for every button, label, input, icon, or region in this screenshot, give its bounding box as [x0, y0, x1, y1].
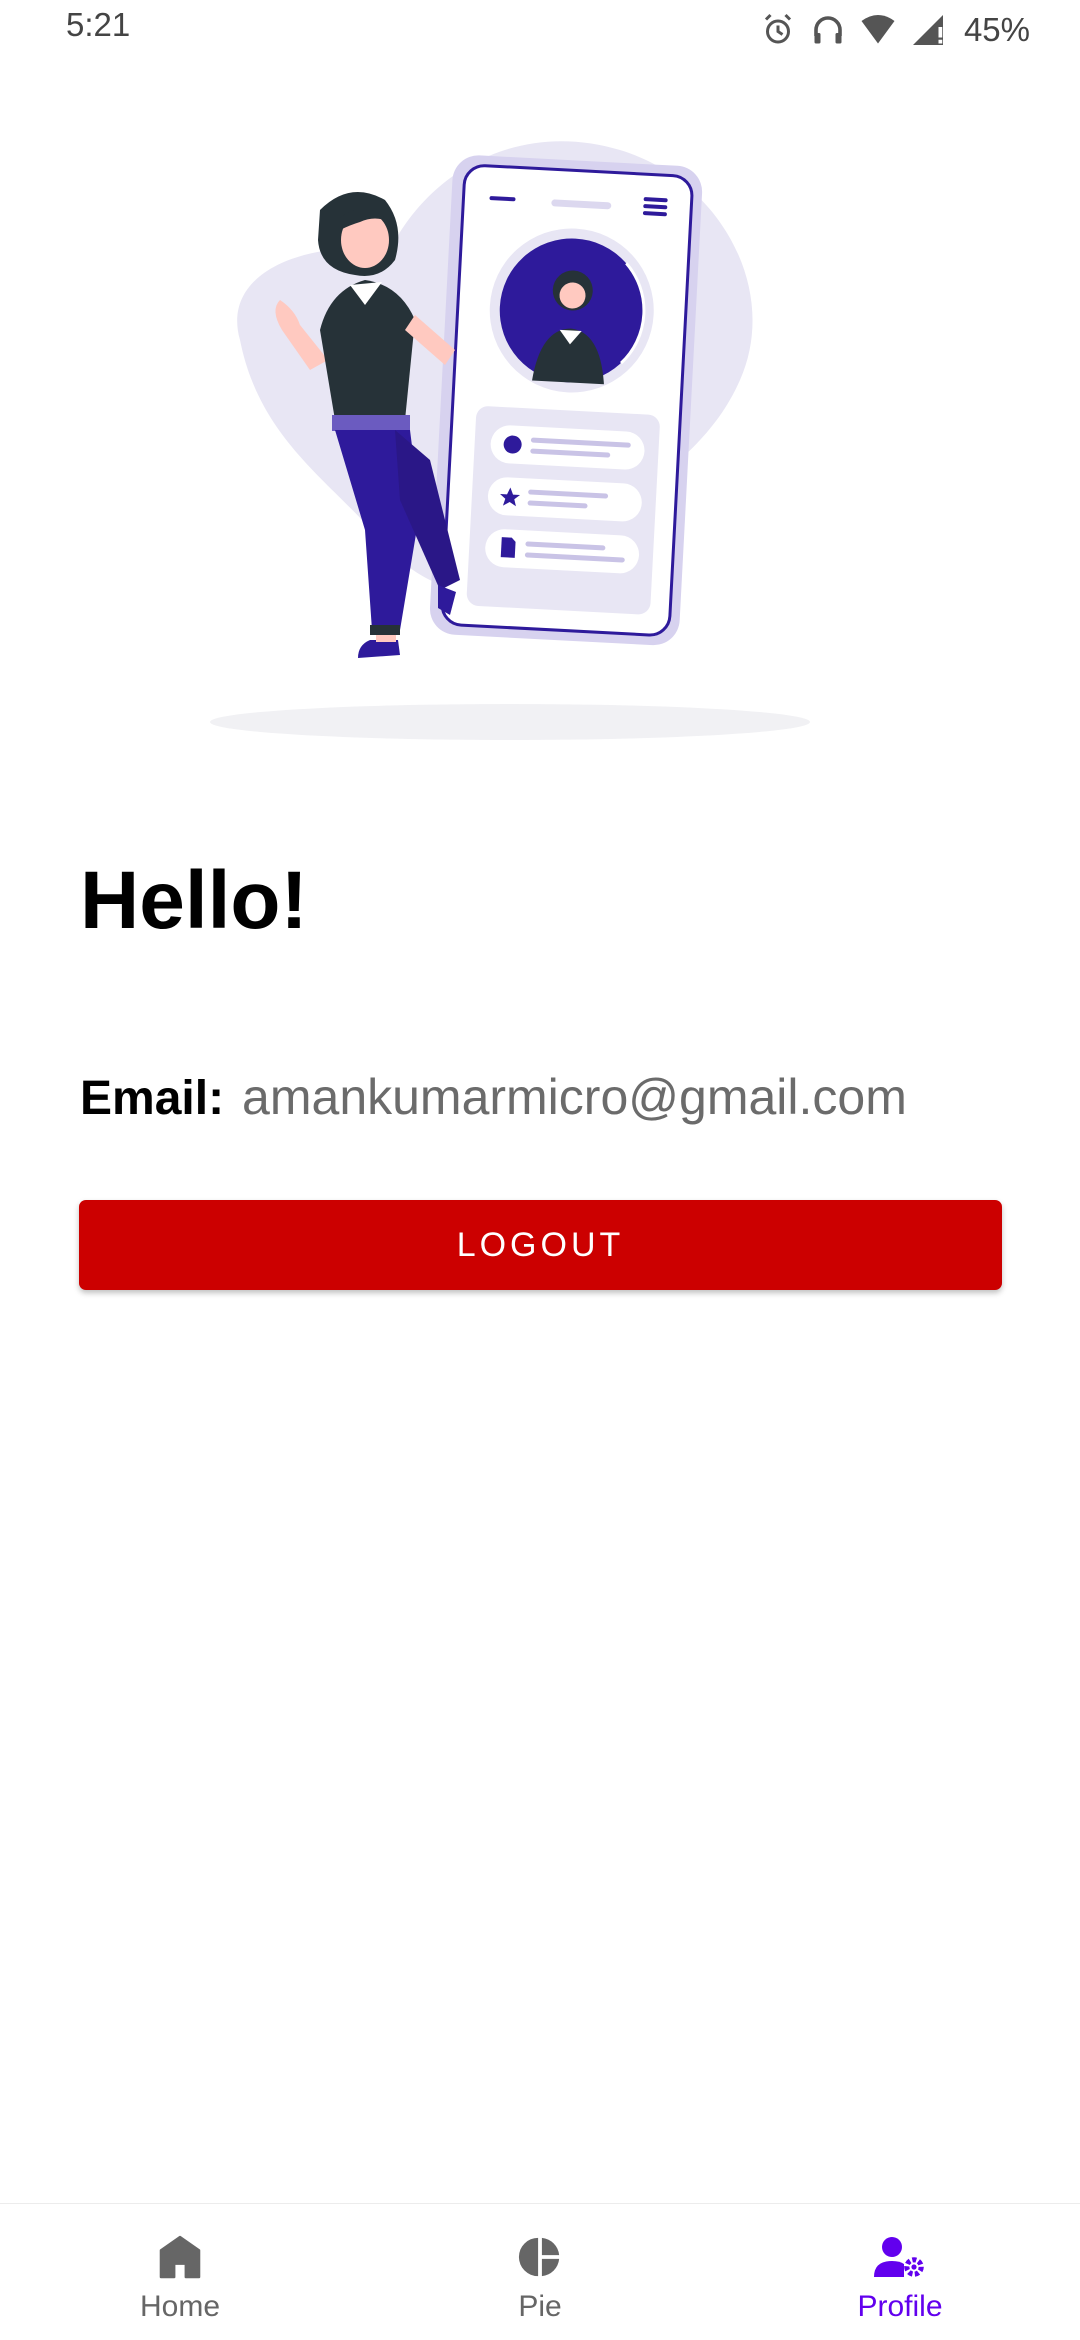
nav-item-profile[interactable]: Profile	[720, 2204, 1080, 2340]
status-bar: 5:21 45%	[0, 0, 1080, 60]
email-label: Email:	[80, 1072, 225, 1125]
email-row: Email: amankumarmicro@gmail.com	[80, 1068, 907, 1126]
profile-screen: 5:21 45% Hello! Email: amankumarmicro@gm…	[0, 0, 1080, 2340]
nav-label-pie: Pie	[518, 2290, 562, 2323]
bottom-navigation: Home Pie Profile	[0, 2203, 1080, 2340]
nav-label-home: Home	[139, 2290, 221, 2323]
wifi-icon	[860, 12, 896, 48]
status-icons: 45%	[760, 8, 1030, 52]
alarm-icon	[760, 12, 796, 48]
status-time: 5:21	[66, 6, 131, 43]
logout-button-label: LOGOUT	[456, 1225, 625, 1264]
greeting-title: Hello!	[80, 855, 308, 946]
battery-percent: 45%	[963, 11, 1030, 48]
pie-chart-icon	[517, 2232, 563, 2282]
email-value: amankumarmicro@gmail.com	[242, 1069, 907, 1125]
nav-item-home[interactable]: Home	[0, 2204, 360, 2340]
nav-item-pie[interactable]: Pie	[360, 2204, 720, 2340]
home-icon	[157, 2232, 203, 2282]
logout-button[interactable]: LOGOUT	[79, 1200, 1002, 1290]
nav-label-profile: Profile	[857, 2290, 943, 2323]
signal-icon	[910, 12, 946, 48]
headphones-icon	[810, 12, 846, 48]
profile-illustration	[200, 130, 840, 750]
profile-settings-icon	[874, 2232, 926, 2282]
